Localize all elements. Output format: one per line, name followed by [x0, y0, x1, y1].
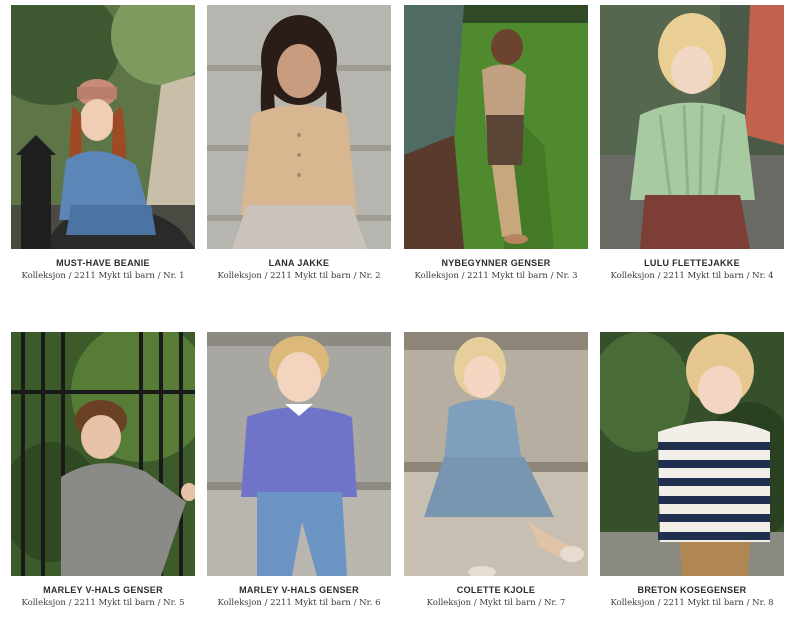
child-in-beanie-photo-icon — [11, 5, 195, 249]
product-title[interactable]: MARLEY V-HALS GENSER — [11, 585, 195, 595]
product-card-2[interactable]: LANA JAKKE Kolleksjon / 2211 Mykt til ba… — [207, 5, 391, 281]
product-subtitle[interactable]: Kolleksjon / 2211 Mykt til barn / Nr. 2 — [207, 271, 391, 281]
product-photo-6[interactable] — [207, 332, 391, 576]
product-subtitle[interactable]: Kolleksjon / 2211 Mykt til barn / Nr. 5 — [11, 598, 195, 608]
product-title[interactable]: LULU FLETTEJAKKE — [600, 258, 784, 268]
product-card-4[interactable]: LULU FLETTEJAKKE Kolleksjon / 2211 Mykt … — [600, 5, 784, 281]
child-in-grey-sweater-photo-icon — [11, 332, 195, 576]
child-in-cable-cardigan-photo-icon — [600, 5, 784, 249]
product-title[interactable]: BRETON KOSEGENSER — [600, 585, 784, 595]
product-subtitle[interactable]: Kolleksjon / 2211 Mykt til barn / Nr. 1 — [11, 271, 195, 281]
child-in-striped-sweater-photo-icon — [600, 332, 784, 576]
product-card-3[interactable]: NYBEGYNNER GENSER Kolleksjon / 2211 Mykt… — [404, 5, 588, 281]
product-card-7[interactable]: COLETTE KJOLE Kolleksjon / Mykt til barn… — [404, 332, 588, 608]
product-subtitle[interactable]: Kolleksjon / Mykt til barn / Nr. 7 — [404, 598, 588, 608]
product-title[interactable]: COLETTE KJOLE — [404, 585, 588, 595]
product-card-8[interactable]: BRETON KOSEGENSER Kolleksjon / 2211 Mykt… — [600, 332, 784, 608]
product-title[interactable]: LANA JAKKE — [207, 258, 391, 268]
product-card-6[interactable]: MARLEY V-HALS GENSER Kolleksjon / 2211 M… — [207, 332, 391, 608]
product-card-5[interactable]: MARLEY V-HALS GENSER Kolleksjon / 2211 M… — [11, 332, 195, 608]
product-title[interactable]: MARLEY V-HALS GENSER — [207, 585, 391, 595]
product-photo-1[interactable] — [11, 5, 195, 249]
child-in-dress-photo-icon — [404, 332, 588, 576]
product-subtitle[interactable]: Kolleksjon / 2211 Mykt til barn / Nr. 4 — [600, 271, 784, 281]
product-photo-4[interactable] — [600, 5, 784, 249]
product-photo-8[interactable] — [600, 332, 784, 576]
child-in-cardigan-photo-icon — [207, 5, 391, 249]
product-title[interactable]: NYBEGYNNER GENSER — [404, 258, 588, 268]
child-in-sweater-photo-icon — [404, 5, 588, 249]
product-subtitle[interactable]: Kolleksjon / 2211 Mykt til barn / Nr. 6 — [207, 598, 391, 608]
child-in-blue-sweater-photo-icon — [207, 332, 391, 576]
product-title[interactable]: MUST-HAVE BEANIE — [11, 258, 195, 268]
product-card-1[interactable]: MUST-HAVE BEANIE Kolleksjon / 2211 Mykt … — [11, 5, 195, 281]
product-subtitle[interactable]: Kolleksjon / 2211 Mykt til barn / Nr. 8 — [600, 598, 784, 608]
product-photo-2[interactable] — [207, 5, 391, 249]
product-photo-3[interactable] — [404, 5, 588, 249]
product-photo-7[interactable] — [404, 332, 588, 576]
product-photo-5[interactable] — [11, 332, 195, 576]
product-subtitle[interactable]: Kolleksjon / 2211 Mykt til barn / Nr. 3 — [404, 271, 588, 281]
